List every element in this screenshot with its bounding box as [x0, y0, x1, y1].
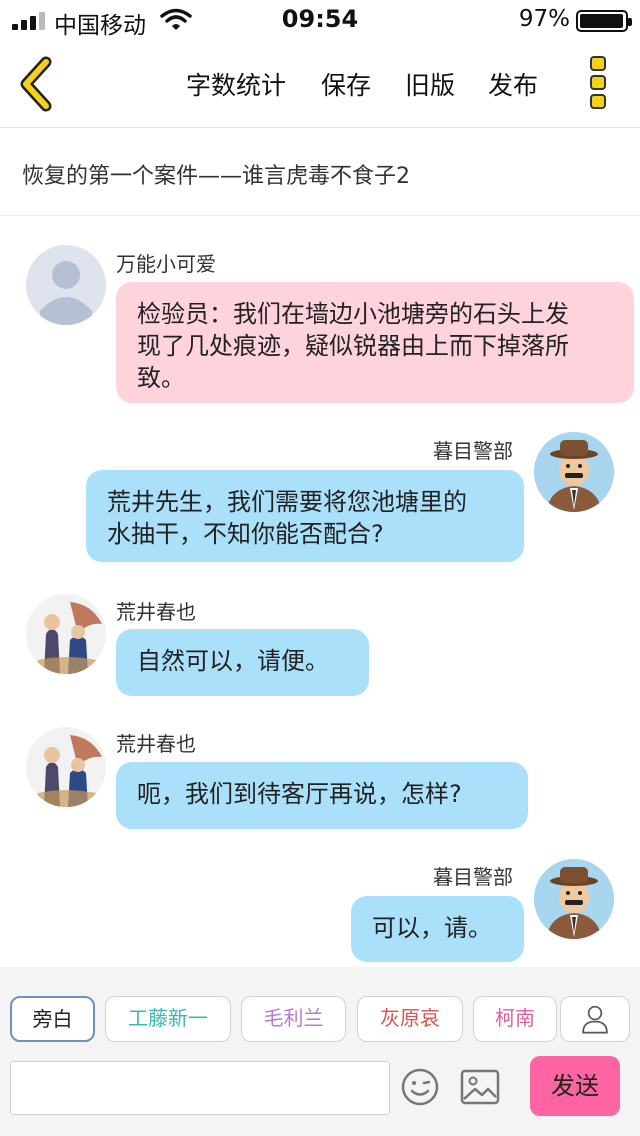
story-title: 恢复的第一个案件——谁言虎毒不食子2 — [22, 164, 410, 189]
person-icon — [26, 245, 106, 325]
speaker-name: 万能小可爱 — [116, 252, 216, 276]
message-line: 荒井先生，我们需要将您池塘里的 — [107, 488, 467, 516]
chip-label: 旁白 — [32, 1007, 73, 1031]
default-user-avatar[interactable] — [26, 245, 106, 325]
speaker-name: 荒井春也 — [116, 732, 196, 756]
character-chip-haibara[interactable]: 灰原哀 — [357, 996, 463, 1042]
message-bubble[interactable]: 荒井先生，我们需要将您池塘里的 水抽干，不知你能否配合? — [86, 470, 524, 562]
inspector-avatar[interactable] — [534, 859, 614, 939]
inspector-avatar[interactable] — [534, 432, 614, 512]
character-chip-kudo[interactable]: 工藤新一 — [105, 996, 231, 1042]
battery-icon — [576, 10, 632, 32]
old-version-button[interactable]: 旧版 — [405, 66, 455, 102]
image-icon[interactable] — [460, 1069, 500, 1105]
save-button[interactable]: 保存 — [321, 66, 371, 102]
message-line: 呃，我们到待客厅再说，怎样? — [137, 780, 462, 808]
character-chip-conan[interactable]: 柯南 — [473, 996, 557, 1042]
speaker-name: 暮目警部 — [433, 865, 513, 889]
status-bar: 中国移动 09:54 97% — [0, 0, 640, 40]
character-chip-narrator[interactable]: 旁白 — [10, 996, 95, 1042]
word-count-button[interactable]: 字数统计 — [186, 66, 286, 102]
message-bubble[interactable]: 自然可以，请便。 — [116, 629, 369, 696]
chip-label: 毛利兰 — [263, 1006, 324, 1030]
couple-portrait-icon — [26, 594, 106, 674]
message-line: 水抽干，不知你能否配合? — [107, 520, 384, 548]
couple-avatar[interactable] — [26, 727, 106, 807]
message-line: 现了几处痕迹，疑似锐器由上而下掉落所 — [137, 332, 569, 360]
battery-percent: 97% — [518, 6, 570, 32]
story-title-row[interactable]: 恢复的第一个案件——谁言虎毒不食子2 — [0, 128, 640, 216]
message-line: 检验员：我们在墙边小池塘旁的石头上发 — [137, 300, 569, 328]
character-manage-button[interactable] — [560, 996, 630, 1042]
inspector-portrait-icon — [534, 859, 614, 939]
back-arrow-icon[interactable] — [14, 56, 62, 112]
publish-button[interactable]: 发布 — [488, 66, 538, 102]
message-line: 可以，请。 — [372, 914, 492, 942]
message-input[interactable] — [10, 1061, 390, 1115]
inspector-portrait-icon — [534, 432, 614, 512]
more-menu-icon[interactable] — [584, 54, 614, 114]
emoji-icon[interactable] — [400, 1067, 440, 1107]
top-nav: 字数统计 保存 旧版 发布 — [0, 40, 640, 128]
chip-label: 灰原哀 — [380, 1006, 440, 1030]
send-button[interactable]: 发送 — [530, 1056, 620, 1116]
composer-panel: 旁白 工藤新一 毛利兰 灰原哀 柯南 发送 — [0, 967, 640, 1136]
character-chip-ran[interactable]: 毛利兰 — [241, 996, 346, 1042]
couple-portrait-icon — [26, 727, 106, 807]
couple-avatar[interactable] — [26, 594, 106, 674]
message-line: 致。 — [137, 364, 185, 392]
speaker-name: 暮目警部 — [433, 439, 513, 463]
message-bubble[interactable]: 可以，请。 — [351, 896, 524, 962]
message-line: 自然可以，请便。 — [137, 647, 329, 675]
chip-label: 柯南 — [495, 1006, 535, 1030]
message-bubble[interactable]: 检验员：我们在墙边小池塘旁的石头上发 现了几处痕迹，疑似锐器由上而下掉落所 致。 — [116, 282, 634, 403]
message-bubble[interactable]: 呃，我们到待客厅再说，怎样? — [116, 762, 528, 829]
speaker-name: 荒井春也 — [116, 600, 196, 624]
chip-label: 工藤新一 — [128, 1006, 208, 1030]
person-outline-icon — [582, 1005, 608, 1034]
